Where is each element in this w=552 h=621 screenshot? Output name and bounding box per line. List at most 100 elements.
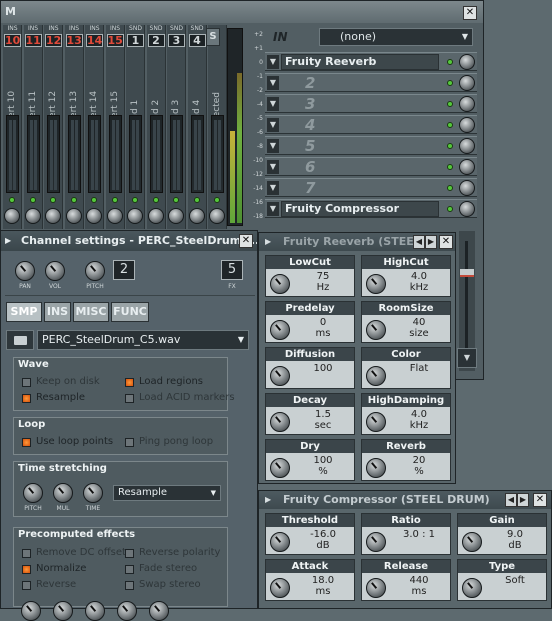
compressor-prev-button[interactable]: ◀ <box>505 493 517 507</box>
strip-pan-knob[interactable] <box>45 208 61 224</box>
stretch-knob-pitch[interactable] <box>23 483 43 503</box>
fx-slot[interactable]: ▼ Fruity Reeverb <box>265 52 477 71</box>
tab-smp[interactable]: SMP <box>6 302 42 322</box>
mixer-strip[interactable]: INS 13 Insert 13 <box>64 25 84 229</box>
tab-misc[interactable]: MISC <box>73 302 109 322</box>
mixer-strip[interactable]: INS 10 Insert 10 <box>3 25 22 229</box>
sample-select[interactable]: PERC_SteelDrum_C5.wav ▼ <box>37 330 249 350</box>
slot-menu-arrow[interactable]: ▼ <box>267 139 279 153</box>
bottom-knob-4[interactable] <box>117 601 137 621</box>
strip-pan-knob[interactable] <box>65 208 82 224</box>
param-knob[interactable] <box>462 532 482 552</box>
strip-number[interactable]: 12 <box>45 34 62 47</box>
compressor-close-button[interactable]: ✕ <box>533 493 547 507</box>
param-knob[interactable] <box>270 532 290 552</box>
slot-enable-led[interactable] <box>447 164 453 170</box>
in-select[interactable]: (none) ▼ <box>319 28 473 46</box>
strip-led[interactable] <box>29 197 36 203</box>
fx-slot[interactable]: ▼ 6 <box>265 157 477 176</box>
fx-slot[interactable]: ▼ 4 <box>265 115 477 134</box>
slot-mix-knob[interactable] <box>459 159 475 175</box>
param-knob[interactable] <box>270 578 290 598</box>
strip-pan-knob[interactable] <box>168 208 184 224</box>
compressor-next-button[interactable]: ▶ <box>517 493 529 507</box>
strip-number[interactable]: 3 <box>168 34 185 47</box>
strip-number[interactable]: 1 <box>127 34 144 47</box>
slot-name[interactable]: Fruity Compressor <box>281 201 439 217</box>
strip-pan-knob[interactable] <box>127 208 143 224</box>
compressor-menu-arrow[interactable]: ▶ <box>265 495 271 504</box>
strip-led[interactable] <box>214 197 220 203</box>
stretch-knob-time[interactable] <box>83 483 103 503</box>
stretch-knob-mul[interactable] <box>53 483 73 503</box>
mixer-strip[interactable]: INS 15 Insert 15 <box>105 25 125 229</box>
slot-mix-knob[interactable] <box>459 117 475 133</box>
slot-menu-arrow[interactable]: ▼ <box>267 202 279 216</box>
strip-number[interactable]: 4 <box>188 34 206 47</box>
checkbox[interactable] <box>22 394 31 403</box>
checkbox[interactable] <box>22 378 31 387</box>
strip-pan-knob[interactable] <box>209 208 225 224</box>
strip-led[interactable] <box>91 197 97 203</box>
bottom-knob-3[interactable] <box>85 601 105 621</box>
slot-mix-knob[interactable] <box>459 138 475 154</box>
vol-knob[interactable] <box>45 261 65 281</box>
checkbox[interactable] <box>22 549 31 558</box>
slot-mix-knob[interactable] <box>459 180 475 196</box>
param-knob[interactable] <box>270 366 290 386</box>
fx-slot[interactable]: ▼ 7 <box>265 178 477 197</box>
reeverb-next-button[interactable]: ▶ <box>425 235 437 249</box>
checkbox[interactable] <box>125 565 134 574</box>
slot-enable-led[interactable] <box>447 206 453 212</box>
strip-led[interactable] <box>152 197 159 203</box>
strip-led[interactable] <box>193 197 200 203</box>
mixer-strip[interactable]: SND2Send 2 <box>146 25 166 229</box>
mixer-bottom-button[interactable]: ▼ <box>457 348 477 368</box>
strip-pan-knob[interactable] <box>86 208 102 224</box>
channel-menu-arrow[interactable]: ▶ <box>5 236 15 246</box>
slot-mix-knob[interactable] <box>459 54 475 70</box>
param-knob[interactable] <box>270 274 290 294</box>
param-knob[interactable] <box>366 532 386 552</box>
strip-pan-knob[interactable] <box>188 208 205 224</box>
checkbox[interactable] <box>125 438 134 447</box>
fx-slot[interactable]: ▼ Fruity Compressor <box>265 199 477 218</box>
checkbox[interactable] <box>125 394 134 403</box>
tab-ins[interactable]: INS <box>44 302 71 322</box>
strip-number[interactable]: 13 <box>65 34 83 47</box>
reeverb-close-button[interactable]: ✕ <box>439 235 453 249</box>
reeverb-prev-button[interactable]: ◀ <box>413 235 425 249</box>
bottom-knob-5[interactable] <box>149 601 169 621</box>
mixer-strip[interactable]: SND1Send 1 <box>126 25 145 229</box>
strip-led[interactable] <box>70 197 77 203</box>
mixer-strip[interactable]: SND4Send 4 <box>187 25 207 229</box>
param-knob[interactable] <box>366 458 386 478</box>
param-knob[interactable] <box>462 578 482 598</box>
slot-menu-arrow[interactable]: ▼ <box>267 181 279 195</box>
checkbox[interactable] <box>125 549 134 558</box>
folder-button[interactable] <box>6 330 34 350</box>
channel-close-button[interactable]: ✕ <box>239 234 253 248</box>
slot-enable-led[interactable] <box>447 185 453 191</box>
mixer-strip[interactable]: INS 11 Insert 11 <box>23 25 43 229</box>
strip-pan-knob[interactable] <box>24 208 41 224</box>
param-knob[interactable] <box>366 412 386 432</box>
checkbox[interactable] <box>22 438 31 447</box>
param-knob[interactable] <box>366 578 386 598</box>
fx-slot[interactable]: ▼ 3 <box>265 94 477 113</box>
strip-led[interactable] <box>9 197 15 203</box>
slot-mix-knob[interactable] <box>459 96 475 112</box>
mixer-close-button[interactable]: ✕ <box>463 6 477 20</box>
fx-slot[interactable]: ▼ 2 <box>265 73 477 92</box>
slot-menu-arrow[interactable]: ▼ <box>267 118 279 132</box>
channel-title-bar[interactable]: Channel settings - PERC_SteelDrum_... <box>1 231 257 251</box>
param-knob[interactable] <box>270 458 290 478</box>
slot-menu-arrow[interactable]: ▼ <box>267 160 279 174</box>
strip-led[interactable] <box>173 197 179 203</box>
slot-enable-led[interactable] <box>447 122 453 128</box>
slot-mix-knob[interactable] <box>459 75 475 91</box>
fx-number-box[interactable]: 5 <box>221 260 243 280</box>
strip-number[interactable]: 14 <box>86 34 103 47</box>
slot-name[interactable]: Fruity Reeverb <box>281 54 439 70</box>
slot-enable-led[interactable] <box>447 59 453 65</box>
